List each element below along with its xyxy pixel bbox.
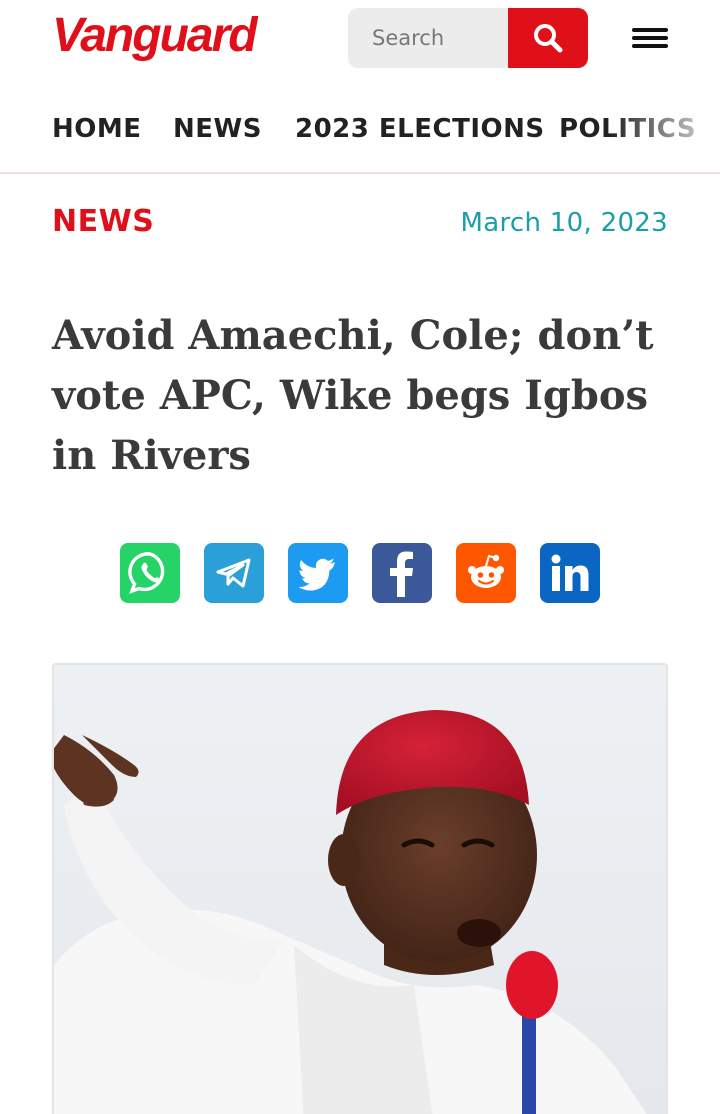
article-category[interactable]: NEWS xyxy=(52,204,154,239)
share-reddit-button[interactable] xyxy=(456,543,516,603)
menu-line-icon xyxy=(632,44,668,48)
nav-item-home[interactable]: HOME xyxy=(52,114,142,144)
search-box xyxy=(348,8,588,68)
twitter-icon xyxy=(298,558,335,591)
hamburger-menu-button[interactable] xyxy=(630,22,670,54)
menu-line-icon xyxy=(632,28,668,32)
hero-photo xyxy=(54,665,666,1114)
share-twitter-button[interactable] xyxy=(288,543,348,603)
article-date: March 10, 2023 xyxy=(460,208,668,238)
site-header: Vanguard xyxy=(0,0,720,80)
facebook-icon xyxy=(390,551,413,597)
linkedin-icon xyxy=(551,554,589,591)
nav-item-2023-elections[interactable]: 2023 ELECTIONS xyxy=(295,114,545,144)
whatsapp-icon xyxy=(128,552,165,594)
nav-fade-overlay xyxy=(610,100,720,172)
article-hero-image xyxy=(52,663,668,1114)
share-facebook-button[interactable] xyxy=(372,543,432,603)
main-nav: HOME NEWS 2023 ELECTIONS POLITICS xyxy=(0,100,720,174)
reddit-icon xyxy=(468,554,504,588)
share-telegram-button[interactable] xyxy=(204,543,264,603)
telegram-icon xyxy=(216,558,251,588)
share-linkedin-button[interactable] xyxy=(540,543,600,603)
nav-item-news[interactable]: NEWS xyxy=(173,114,262,144)
search-input[interactable] xyxy=(348,8,508,68)
vanguard-logo[interactable]: Vanguard xyxy=(52,8,258,63)
search-button[interactable] xyxy=(508,8,588,68)
article-headline: Avoid Amaechi, Cole; don’t vote APC, Wik… xyxy=(52,312,654,479)
share-whatsapp-button[interactable] xyxy=(120,543,180,603)
menu-line-icon xyxy=(632,36,668,40)
search-icon xyxy=(534,24,563,53)
share-buttons xyxy=(120,543,600,603)
